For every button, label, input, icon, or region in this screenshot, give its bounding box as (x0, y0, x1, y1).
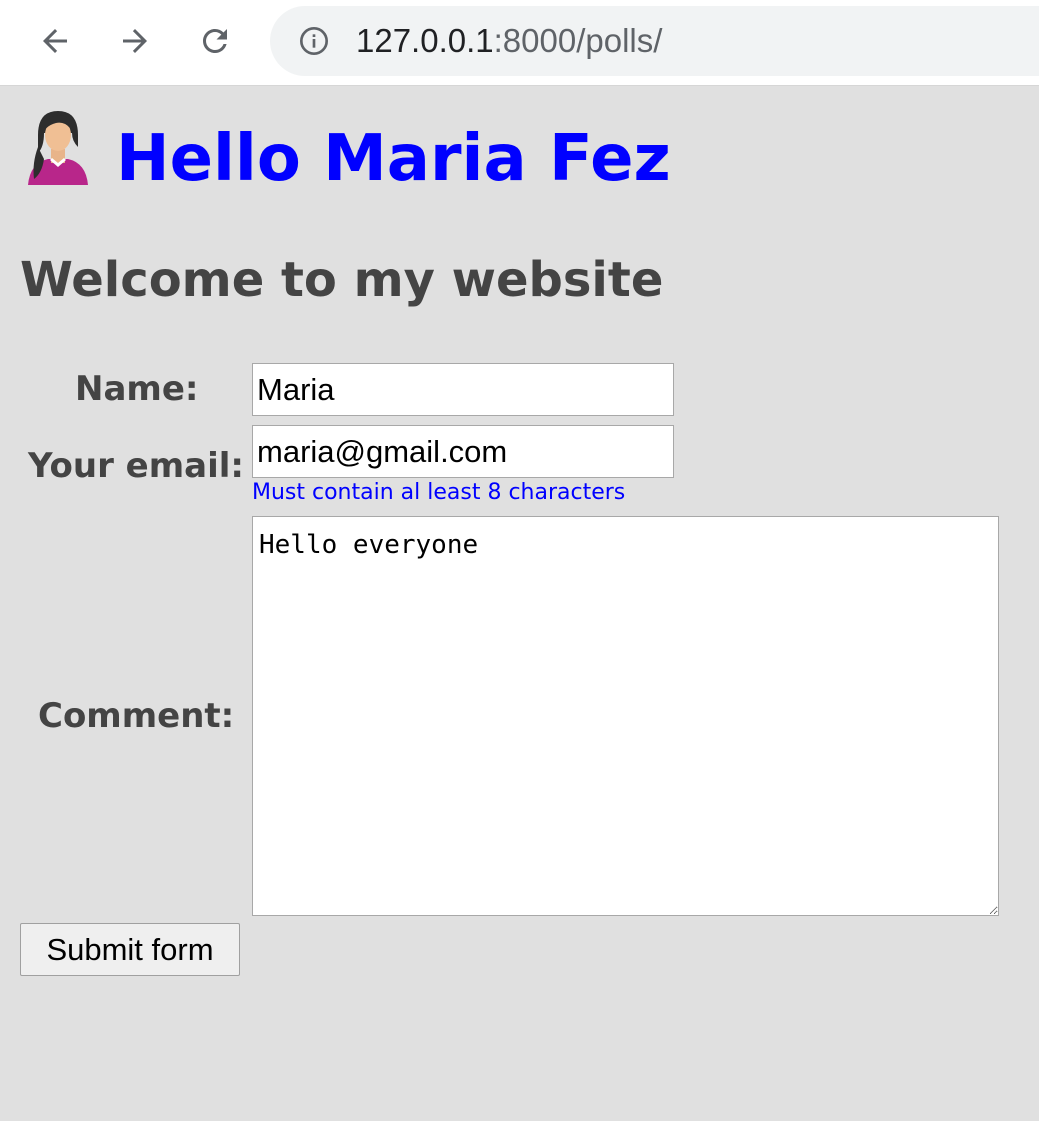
reload-icon (203, 28, 227, 53)
email-input[interactable] (252, 425, 674, 478)
arrow-right-icon (123, 29, 147, 53)
address-bar[interactable]: 127.0.0.1:8000/polls/ (270, 6, 1039, 76)
email-label: Your email: (28, 446, 245, 486)
url-path: :8000/polls/ (493, 22, 663, 59)
submit-button[interactable]: Submit form (20, 923, 240, 976)
back-button[interactable] (33, 19, 77, 63)
comment-textarea[interactable]: Hello everyone (252, 516, 999, 916)
page-subtitle: Welcome to my website (20, 252, 664, 308)
comment-label: Comment: (38, 696, 235, 736)
page-greeting: Hello Maria Fez (116, 122, 671, 196)
forward-button[interactable] (113, 19, 157, 63)
arrow-left-icon (43, 29, 67, 53)
url-text: 127.0.0.1:8000/polls/ (356, 22, 662, 60)
name-label: Name: (75, 369, 199, 409)
url-host: 127.0.0.1 (356, 22, 494, 59)
info-icon[interactable] (298, 25, 330, 57)
name-input[interactable] (252, 363, 674, 416)
reload-button[interactable] (193, 19, 237, 63)
page-body: Hello Maria Fez Welcome to my website Na… (0, 87, 1039, 1121)
browser-toolbar: 127.0.0.1:8000/polls/ (0, 0, 1039, 86)
woman-avatar-icon (28, 111, 88, 185)
email-hint: Must contain al least 8 characters (252, 480, 626, 505)
